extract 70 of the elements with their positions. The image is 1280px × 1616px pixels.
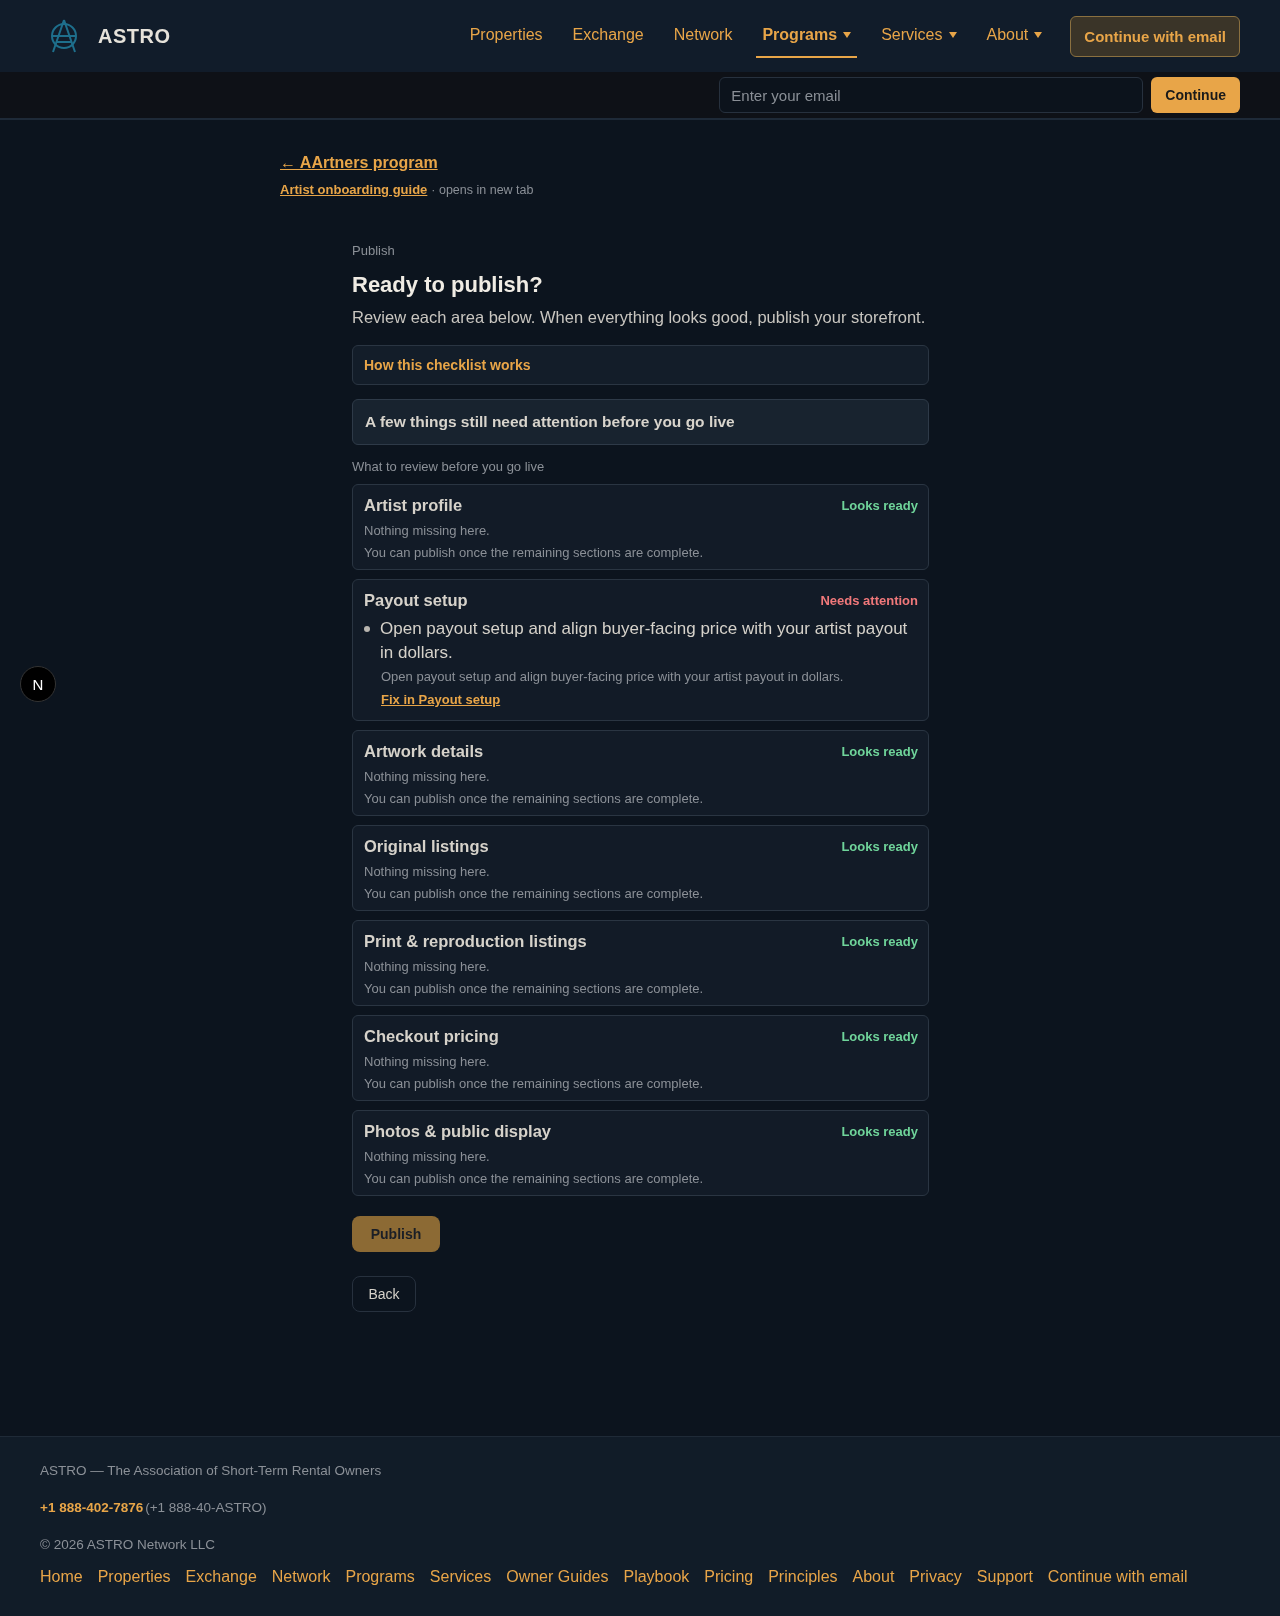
page-title: Ready to publish? (352, 272, 544, 298)
footer-link[interactable]: Properties (97, 1568, 171, 1586)
section-title: Payout setup (364, 590, 468, 611)
list-label: What to review before you go live (352, 459, 546, 474)
copyright: © 2026 ASTRO Network LLC (40, 1537, 217, 1552)
bullet-icon (364, 626, 370, 632)
section-title: Original listings (364, 836, 489, 857)
section-note: Nothing missing here. (364, 1149, 491, 1164)
footer-link[interactable]: About (852, 1568, 895, 1586)
section-note: You can publish once the remaining sections are complete. (364, 886, 705, 901)
logo-icon (48, 18, 80, 54)
continue-email-button[interactable]: Continue with email (1070, 15, 1240, 57)
section-title: Checkout pricing (364, 1026, 499, 1047)
section-title: Artwork details (364, 741, 484, 762)
footer-link[interactable]: Programs (345, 1568, 415, 1586)
section-title: Print & reproduction listings (364, 931, 587, 952)
page-subtitle: Review each area below. When everything looks good, publish your storefront. (352, 308, 927, 327)
email-field[interactable]: Enter your email (719, 77, 1144, 113)
phone-link[interactable]: +1 888-402-7876 (40, 1500, 144, 1515)
section-note: You can publish once the remaining sections are complete. (364, 1171, 705, 1186)
issue-item: Open payout setup and align buyer-facing price with your artist payout in dollars. (380, 618, 909, 664)
nav-link[interactable]: Exchange (566, 14, 650, 58)
section-title: Photos & public display (364, 1121, 552, 1142)
nav-link[interactable]: About (980, 14, 1049, 58)
section-note: You can publish once the remaining sections are complete. (364, 545, 705, 560)
section-title: Artist profile (364, 495, 463, 516)
section-note: Nothing missing here. (364, 523, 491, 538)
fix-link[interactable]: Fix in Payout setup (381, 692, 501, 707)
footer-link[interactable]: Privacy (909, 1568, 962, 1586)
section-note: Nothing missing here. (364, 769, 491, 784)
section-status: Looks ready (841, 1123, 918, 1139)
continue-button[interactable]: Continue (1151, 77, 1240, 113)
nav-link[interactable]: Services (875, 14, 963, 58)
attention-banner: A few things still need attention before you go live (352, 399, 929, 445)
guide-link[interactable]: Artist onboarding guide (280, 182, 428, 197)
section-note: You can publish once the remaining sections are complete. (364, 981, 705, 996)
section-status: Looks ready (841, 933, 918, 949)
section-note: You can publish once the remaining sections are complete. (364, 1076, 705, 1091)
footer-tagline: ASTRO — The Association of Short-Term Rental Owners (40, 1463, 383, 1478)
section-note: You can publish once the remaining sections are complete. (364, 791, 705, 806)
nav-link[interactable]: Programs (756, 14, 858, 58)
section-status: Looks ready (841, 497, 918, 513)
phone-alt: (+1 888-40-ASTRO) (145, 1500, 267, 1515)
footer-link[interactable]: Owner Guides (506, 1568, 609, 1586)
footer-link[interactable]: Principles (768, 1568, 838, 1586)
section-note: Nothing missing here. (364, 864, 491, 879)
dev-badge[interactable]: N (20, 666, 56, 702)
footer-link[interactable]: Exchange (185, 1568, 257, 1586)
back-button[interactable]: Back (352, 1276, 416, 1312)
section-status: Looks ready (841, 1028, 918, 1044)
back-link[interactable]: ← AArtners program (280, 154, 438, 172)
section-note: Nothing missing here. (364, 1054, 491, 1069)
footer-link[interactable]: Continue with email (1047, 1568, 1188, 1586)
footer-link[interactable]: Home (40, 1568, 83, 1586)
section-status: Needs attention (820, 592, 918, 608)
guide-note: · opens in new tab (431, 183, 534, 197)
step-label: Publish (352, 243, 396, 258)
section-status: Looks ready (841, 743, 918, 759)
nav-link[interactable]: Properties (463, 14, 549, 58)
section-note: Nothing missing here. (364, 959, 491, 974)
checklist-help-toggle[interactable]: How this checklist works (352, 345, 929, 385)
issue-detail: Open payout setup and align buyer-facing price with your artist payout in dollars. (381, 669, 845, 684)
nav-link[interactable]: Network (667, 14, 739, 58)
footer-link[interactable]: Support (976, 1568, 1033, 1586)
footer-link[interactable]: Playbook (623, 1568, 690, 1586)
footer-link[interactable]: Pricing (704, 1568, 754, 1586)
footer-link[interactable]: Services (429, 1568, 492, 1586)
footer-link[interactable]: Network (271, 1568, 331, 1586)
section-status: Looks ready (841, 838, 918, 854)
brand-name: ASTRO (98, 24, 171, 48)
